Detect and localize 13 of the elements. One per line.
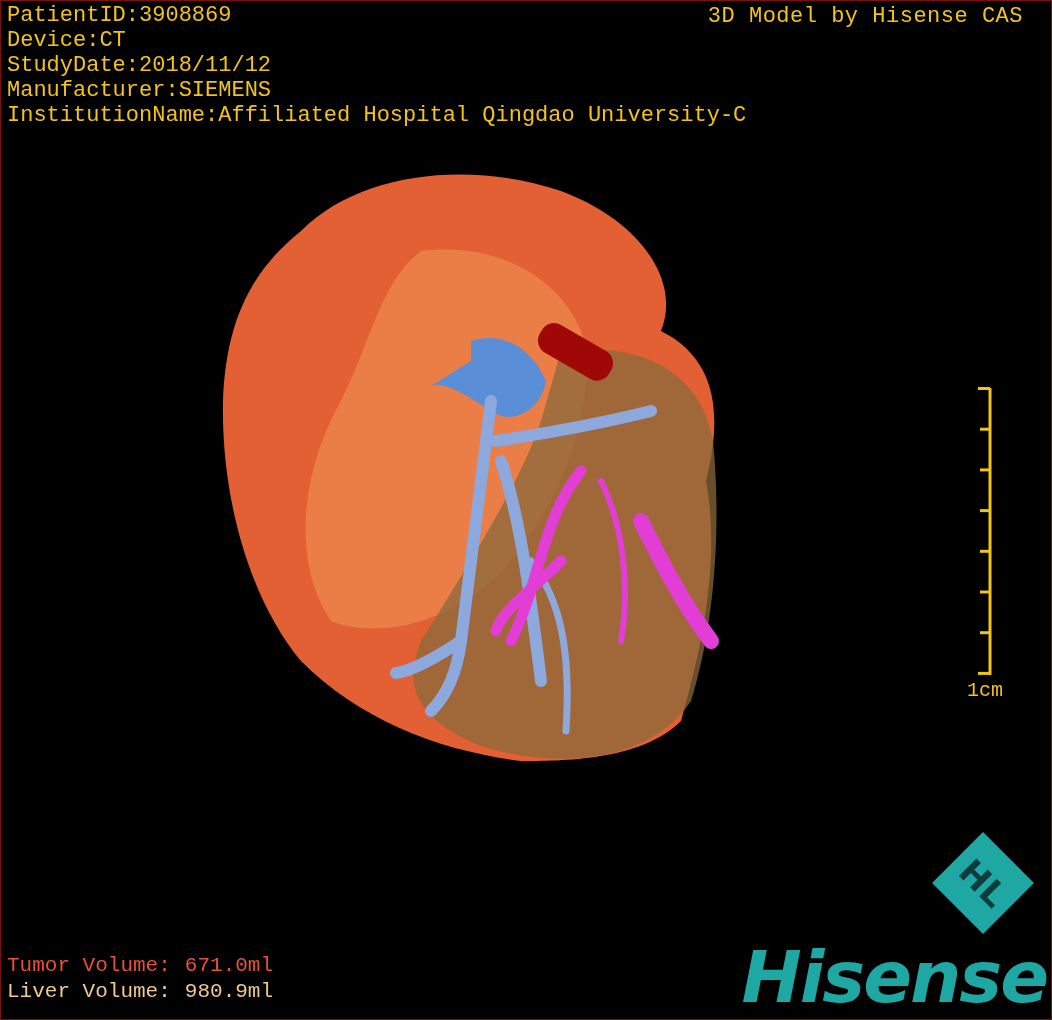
volume-label: Liver Volume: <box>7 979 171 1005</box>
logo-mark: HL <box>932 832 1034 934</box>
scale-label: 1cm <box>967 679 1003 702</box>
study-info-text: Manufacturer:SIEMENS <box>7 78 272 103</box>
study-info-text: InstitutionName:Affiliated Hospital Qingdao University-C <box>7 103 747 128</box>
logo-wordmark: Hisense <box>741 941 1047 1013</box>
study-info-text: StudyDate:2018/11/12 <box>7 53 272 78</box>
volume-value: 671.0ml <box>184 953 274 979</box>
volume-value: 980.9ml <box>184 979 274 1005</box>
model-caption: 3D Model by Hisense CAS <box>707 4 1023 29</box>
study-info-text: PatientID:3908869 <box>7 3 232 28</box>
study-info-text: Device:CT <box>7 28 126 53</box>
volume-label: Tumor Volume: <box>7 953 171 979</box>
